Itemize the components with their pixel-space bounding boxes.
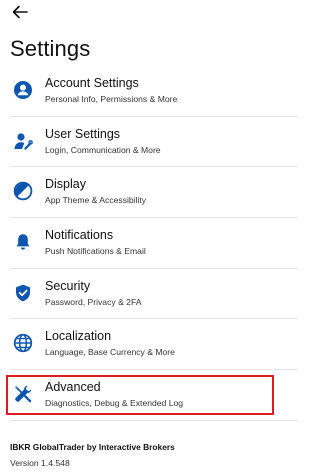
settings-item-description: Login, Communication & More <box>45 144 161 155</box>
shield-check-icon <box>13 283 33 303</box>
settings-item-user[interactable]: User Settings Login, Communication & Mor… <box>0 117 300 168</box>
settings-item-label: Notifications <box>45 228 114 243</box>
top-bar <box>0 0 300 30</box>
user-circle-icon <box>13 80 33 100</box>
settings-item-localization[interactable]: Localization Language, Base Currency & M… <box>0 319 300 371</box>
settings-item-advanced[interactable]: Advanced Diagnostics, Debug & Extended L… <box>0 370 300 421</box>
settings-item-label: Account Settings <box>45 76 139 90</box>
tools-icon <box>13 384 33 404</box>
settings-item-account[interactable]: Account Settings Personal Info, Permissi… <box>0 66 300 117</box>
settings-item-description: Diagnostics, Debug & Extended Log <box>45 398 184 409</box>
settings-item-label: Advanced <box>45 380 101 395</box>
settings-item-notifications[interactable]: Notifications Push Notifications & Email <box>0 218 300 269</box>
settings-item-label: Display <box>45 177 86 192</box>
app-info-footer: IBKR GlobalTrader by Interactive Brokers… <box>10 442 175 468</box>
app-name: IBKR GlobalTrader by Interactive Brokers <box>10 442 175 452</box>
arrow-left-icon <box>12 5 28 24</box>
bell-icon <box>13 232 33 252</box>
settings-item-label: Localization <box>45 329 112 344</box>
back-button[interactable] <box>8 3 32 25</box>
display-theme-icon <box>13 181 33 201</box>
settings-item-label: User Settings <box>45 126 121 141</box>
settings-item-description: App Theme & Accessibility <box>45 195 147 206</box>
page-title: Settings <box>10 36 91 61</box>
settings-screen: Settings Account Settings Personal Info,… <box>0 0 300 473</box>
globe-icon <box>13 333 33 353</box>
settings-item-label: Security <box>45 278 91 293</box>
settings-list: Account Settings Personal Info, Permissi… <box>0 66 300 421</box>
user-settings-icon <box>13 131 33 151</box>
divider <box>10 419 298 421</box>
settings-item-display[interactable]: Display App Theme & Accessibility <box>0 167 300 219</box>
settings-item-security[interactable]: Security Password, Privacy & 2FA <box>0 269 300 320</box>
settings-item-description: Language, Base Currency & More <box>45 347 175 358</box>
settings-item-description: Password, Privacy & 2FA <box>45 296 142 307</box>
app-version: Version 1.4.548 <box>10 458 70 468</box>
settings-item-description: Push Notifications & Email <box>45 246 146 257</box>
settings-item-description: Personal Info, Permissions & More <box>45 94 178 104</box>
